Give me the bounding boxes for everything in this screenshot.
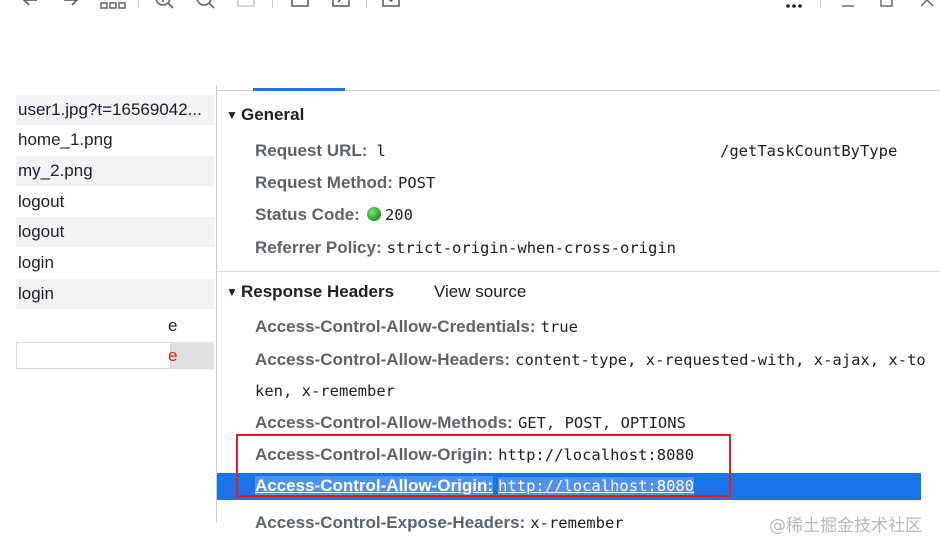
general-section-header[interactable]: ▼ General [226, 105, 304, 125]
referrer-policy-value: strict-origin-when-cross-origin [386, 239, 677, 257]
header-row[interactable]: Access-Control-Allow-Headers: content-ty… [255, 347, 926, 373]
header-key: Access-Control-Allow-Methods: [255, 413, 513, 432]
header-key: Access-Control-Expose-Headers: [255, 513, 526, 532]
minimize-icon[interactable] [838, 0, 858, 10]
header-value: ken, x-remember [255, 382, 395, 400]
header-row[interactable]: Access-Control-Expose-Headers: x-remembe… [255, 510, 624, 536]
header-value-wrap: ken, x-remember [255, 378, 395, 404]
header-key: Access-Control-Allow-Credentials: [255, 317, 536, 336]
list-item[interactable]: logout [16, 187, 214, 217]
request-url-value: /getTaskCountByType [720, 142, 898, 160]
highlight-annotation-box [236, 434, 731, 497]
list-item[interactable]: my_2.png [16, 156, 214, 186]
header-row[interactable]: Access-Control-Allow-Methods: GET, POST,… [255, 410, 686, 436]
request-list: user1.jpg?t=16569042... home_1.png my_2.… [0, 85, 216, 525]
collapse-triangle-icon: ▼ [226, 285, 238, 299]
watermark: @稀土掘金技术社区 [769, 516, 922, 536]
panel-divider[interactable] [216, 85, 217, 522]
square-icon[interactable] [290, 0, 310, 10]
status-code-row: Status Code: 200 [255, 202, 413, 228]
tab-headers[interactable] [253, 88, 345, 91]
section-title: General [241, 105, 305, 124]
status-ok-icon [366, 207, 381, 221]
partial-request-text: e [168, 346, 178, 365]
download-icon[interactable] [381, 0, 401, 10]
export-icon[interactable] [331, 0, 351, 10]
status-code-label: Status Code: [255, 205, 360, 224]
list-item[interactable]: login [16, 248, 214, 278]
more-icon[interactable] [784, 0, 804, 10]
forward-arrow-icon[interactable] [61, 0, 81, 10]
request-url-value: l [376, 142, 386, 160]
partial-request-text: e [168, 316, 178, 335]
header-value: x-remember [530, 514, 624, 532]
request-method-row: Request Method: POST [255, 170, 435, 196]
header-value: content-type, x-requested-with, x-ajax, … [515, 351, 926, 369]
section-title: Response Headers [241, 282, 395, 301]
maximize-icon[interactable] [877, 0, 897, 10]
list-item[interactable]: home_1.png [16, 125, 214, 155]
list-item[interactable]: logout [16, 217, 214, 247]
list-item[interactable]: login [16, 279, 214, 309]
status-code-value: 200 [384, 206, 413, 224]
list-item[interactable]: user1.jpg?t=16569042... [16, 95, 214, 125]
rename-input[interactable] [16, 342, 171, 369]
response-headers-section-header[interactable]: ▼ Response Headers [226, 282, 394, 302]
header-value: true [540, 318, 578, 336]
fit-icon [236, 0, 256, 10]
toolbar [0, 0, 940, 12]
request-url-row: Request URL: l [255, 138, 386, 164]
request-method-label: Request Method: [255, 173, 393, 192]
grid-icon[interactable] [100, 0, 126, 10]
zoom-in-icon[interactable] [154, 0, 174, 10]
close-icon[interactable] [917, 0, 937, 10]
header-key: Access-Control-Allow-Headers: [255, 350, 511, 369]
header-value: GET, POST, OPTIONS [517, 414, 686, 432]
header-row[interactable]: Access-Control-Allow-Credentials: true [255, 314, 578, 340]
section-divider [217, 271, 940, 272]
referrer-policy-label: Referrer Policy: [255, 238, 382, 257]
request-url-label: Request URL: [255, 141, 368, 160]
view-source-link[interactable]: View source [434, 282, 526, 302]
collapse-triangle-icon: ▼ [226, 108, 238, 122]
referrer-policy-row: Referrer Policy: strict-origin-when-cros… [255, 235, 676, 261]
zoom-out-icon[interactable] [195, 0, 215, 10]
back-arrow-icon[interactable] [20, 0, 40, 10]
request-method-value: POST [397, 174, 436, 192]
